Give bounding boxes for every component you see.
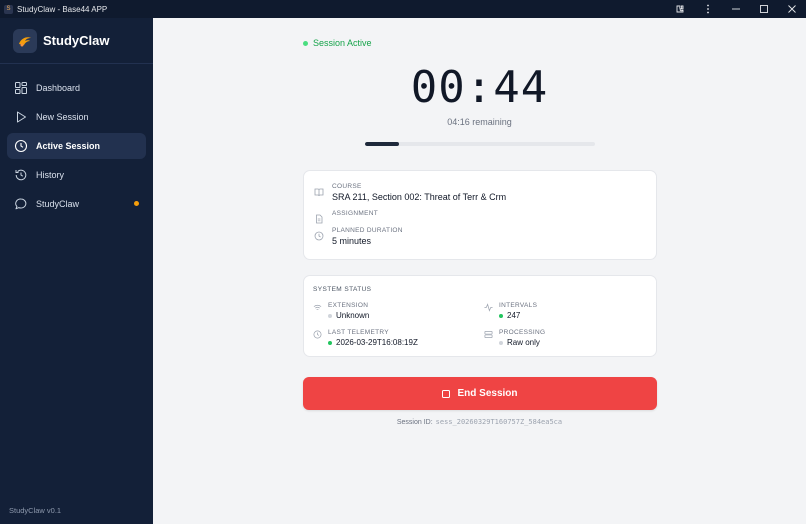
session-details-card: COURSE SRA 211, Section 002: Threat of T… [303, 170, 657, 260]
sidebar-item-new-session[interactable]: New Session [7, 104, 146, 130]
extension-value: Unknown [336, 311, 370, 320]
clock-icon [313, 330, 322, 339]
app-version: StudyClaw v0.1 [9, 506, 62, 515]
close-button[interactable] [778, 0, 806, 18]
processing-status-dot [499, 340, 503, 345]
extension-status: EXTENSION Unknown [313, 302, 369, 320]
session-id-label: Session ID: [396, 419, 433, 426]
intervals-value: 247 [507, 311, 521, 320]
status-dot [303, 40, 308, 46]
intervals-status-dot [499, 313, 503, 318]
duration-label: PLANNED DURATION [332, 227, 403, 234]
history-icon [15, 169, 27, 181]
document-icon [316, 214, 323, 224]
book-icon [314, 188, 324, 197]
sidebar-item-label: Active Session [36, 141, 101, 151]
assignment-label: ASSIGNMENT [332, 210, 378, 217]
window-titlebar: S StudyClaw - Base44 APP [0, 0, 806, 18]
brand[interactable]: StudyClaw [0, 18, 153, 64]
processing-label: PROCESSING [499, 329, 546, 336]
main-content: Session Active 00:44 04:16 remaining COU… [153, 18, 806, 524]
processing-value: Raw only [507, 338, 540, 347]
sidebar: StudyClaw Dashboard New Session Active S… [0, 18, 153, 524]
maximize-button[interactable] [750, 0, 778, 18]
extension-label: EXTENSION [328, 302, 369, 309]
minimize-button[interactable] [722, 0, 750, 18]
telemetry-status: LAST TELEMETRY 2026-03-29T16:08:19Z [313, 329, 418, 347]
session-timer: 00:44 [410, 62, 549, 113]
intervals-status: INTERVALS 247 [484, 302, 537, 320]
play-icon [17, 111, 26, 123]
sidebar-item-label: Dashboard [36, 83, 81, 93]
time-remaining: 04:16 remaining [447, 117, 512, 127]
system-status-title: SYSTEM STATUS [313, 286, 372, 293]
telemetry-value: 2026-03-29T16:08:19Z [336, 338, 418, 347]
sidebar-item-history[interactable]: History [7, 162, 146, 188]
session-status-label: Session Active [313, 38, 372, 48]
session-id-value: sess_20260329T160757Z_584ea5ca [435, 418, 563, 426]
intervals-label: INTERVALS [499, 302, 538, 309]
extensions-icon[interactable] [666, 0, 694, 18]
assignment-row: ASSIGNMENT [314, 210, 378, 224]
more-menu-icon[interactable] [694, 0, 722, 18]
app-icon: S [4, 4, 13, 14]
clock-icon [14, 139, 28, 153]
sidebar-nav: Dashboard New Session Active Session His… [0, 64, 153, 217]
session-status: Session Active [303, 38, 372, 48]
end-session-button[interactable]: End Session [303, 377, 657, 410]
session-id: Session ID: sess_20260329T160757Z_584ea5c… [153, 418, 806, 426]
sidebar-item-active-session[interactable]: Active Session [7, 133, 146, 159]
session-progress-bar [365, 142, 595, 146]
extension-status-dot [328, 313, 332, 318]
processing-status: PROCESSING Raw only [484, 329, 545, 347]
activity-icon [484, 303, 493, 312]
sidebar-item-label: New Session [36, 112, 89, 122]
course-value: SRA 211, Section 002: Threat of Terr & C… [332, 192, 507, 202]
chat-icon [15, 198, 27, 210]
end-session-label: End Session [457, 388, 518, 399]
progress-fill [365, 142, 399, 146]
stop-icon [442, 389, 451, 398]
sidebar-item-label: History [36, 170, 65, 180]
duration-value: 5 minutes [332, 236, 372, 246]
window-title: StudyClaw - Base44 APP [17, 4, 108, 14]
claw-logo-icon [13, 28, 37, 53]
notification-dot [134, 201, 139, 206]
clock-icon [314, 231, 324, 241]
grid-icon [15, 82, 27, 94]
sidebar-item-label: StudyClaw [36, 199, 80, 209]
sidebar-item-dashboard[interactable]: Dashboard [7, 75, 146, 101]
brand-name: StudyClaw [43, 33, 110, 48]
duration-row: PLANNED DURATION 5 minutes [314, 227, 403, 246]
sidebar-item-studyclaw[interactable]: StudyClaw [7, 191, 146, 217]
course-row: COURSE SRA 211, Section 002: Threat of T… [314, 183, 506, 202]
telemetry-status-dot [328, 340, 332, 345]
system-status-card: SYSTEM STATUS EXTENSION Unknown INTERVAL… [303, 275, 657, 357]
course-label: COURSE [332, 183, 362, 190]
telemetry-label: LAST TELEMETRY [328, 329, 389, 336]
server-icon [484, 330, 493, 339]
wifi-icon [313, 304, 322, 310]
